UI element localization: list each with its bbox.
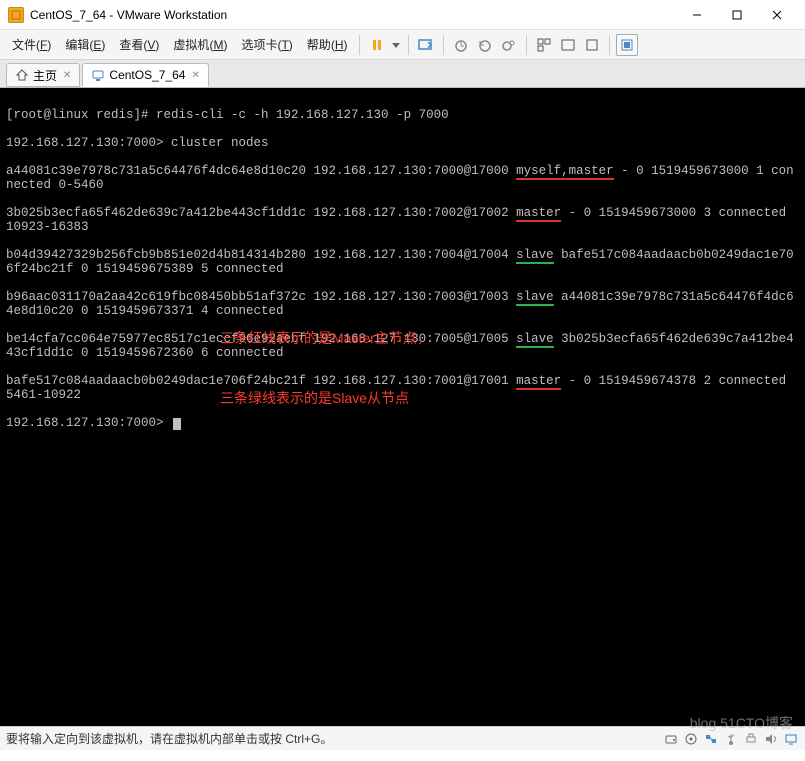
- terminal-line: a44081c39e7978c731a5c64476f4dc64e8d10c20…: [6, 164, 799, 192]
- terminal[interactable]: [root@linux redis]# redis-cli -c -h 192.…: [0, 88, 805, 726]
- status-icons: [663, 731, 799, 747]
- terminal-line: 3b025b3ecfa65f462de639c7a412be443cf1dd1c…: [6, 206, 799, 234]
- menubar: 文件(F) 编辑(E) 查看(V) 虚拟机(M) 选项卡(T) 帮助(H): [0, 30, 805, 60]
- app-icon: [8, 7, 24, 23]
- sound-icon[interactable]: [763, 731, 779, 747]
- network-icon[interactable]: [703, 731, 719, 747]
- annotation-line: 三条红线表示的是Master主节点，: [220, 328, 431, 348]
- menu-help[interactable]: 帮助(H): [301, 32, 354, 57]
- snapshot-button[interactable]: [450, 34, 472, 56]
- menu-edit[interactable]: 编辑(E): [59, 32, 111, 57]
- separator: [443, 35, 444, 55]
- minimize-button[interactable]: [677, 1, 717, 29]
- unity-mode-button[interactable]: [616, 34, 638, 56]
- annotation-line: 三条绿线表示的是Slave从节点: [220, 388, 431, 408]
- single-view-button[interactable]: [557, 34, 579, 56]
- cursor: [173, 418, 181, 430]
- thumbnail-view-button[interactable]: [533, 34, 555, 56]
- titlebar: CentOS_7_64 - VMware Workstation: [0, 0, 805, 30]
- tab-home-label: 主页: [33, 67, 57, 84]
- tab-vm[interactable]: CentOS_7_64 ✕: [82, 63, 208, 87]
- terminal-line: [root@linux redis]# redis-cli -c -h 192.…: [6, 108, 799, 122]
- annotation: 三条红线表示的是Master主节点， 三条绿线表示的是Slave从节点: [220, 288, 431, 448]
- pause-button[interactable]: [366, 34, 388, 56]
- dropdown-icon[interactable]: [390, 34, 402, 56]
- send-input-button[interactable]: [415, 34, 437, 56]
- terminal-line: 192.168.127.130:7000> cluster nodes: [6, 136, 799, 150]
- menu-file[interactable]: 文件(F): [6, 32, 57, 57]
- statusbar: 要将输入定向到该虚拟机，请在虚拟机内部单击或按 Ctrl+G。: [0, 726, 805, 750]
- fullscreen-button[interactable]: [581, 34, 603, 56]
- menu-view[interactable]: 查看(V): [113, 32, 165, 57]
- terminal-line: b04d39427329b256fcb9b851e02d4b814314b280…: [6, 248, 799, 276]
- tabbar: 主页 ✕ CentOS_7_64 ✕: [0, 60, 805, 88]
- window-title: CentOS_7_64 - VMware Workstation: [30, 8, 677, 22]
- tab-home[interactable]: 主页 ✕: [6, 63, 80, 87]
- monitor-icon[interactable]: [783, 731, 799, 747]
- maximize-button[interactable]: [717, 1, 757, 29]
- separator: [609, 35, 610, 55]
- separator: [359, 35, 360, 55]
- status-text: 要将输入定向到该虚拟机，请在虚拟机内部单击或按 Ctrl+G。: [6, 730, 332, 747]
- disk-icon[interactable]: [663, 731, 679, 747]
- snapshot-manager-button[interactable]: [498, 34, 520, 56]
- revert-snapshot-button[interactable]: [474, 34, 496, 56]
- home-icon: [15, 68, 29, 82]
- window-controls: [677, 1, 797, 29]
- close-icon[interactable]: ✕: [63, 70, 71, 81]
- menu-vm[interactable]: 虚拟机(M): [167, 32, 233, 57]
- cd-icon[interactable]: [683, 731, 699, 747]
- separator: [408, 35, 409, 55]
- close-icon[interactable]: ✕: [191, 70, 199, 81]
- vm-icon: [91, 68, 105, 82]
- close-button[interactable]: [757, 1, 797, 29]
- separator: [526, 35, 527, 55]
- menu-tabs[interactable]: 选项卡(T): [235, 32, 298, 57]
- printer-icon[interactable]: [743, 731, 759, 747]
- usb-icon[interactable]: [723, 731, 739, 747]
- tab-vm-label: CentOS_7_64: [109, 68, 185, 82]
